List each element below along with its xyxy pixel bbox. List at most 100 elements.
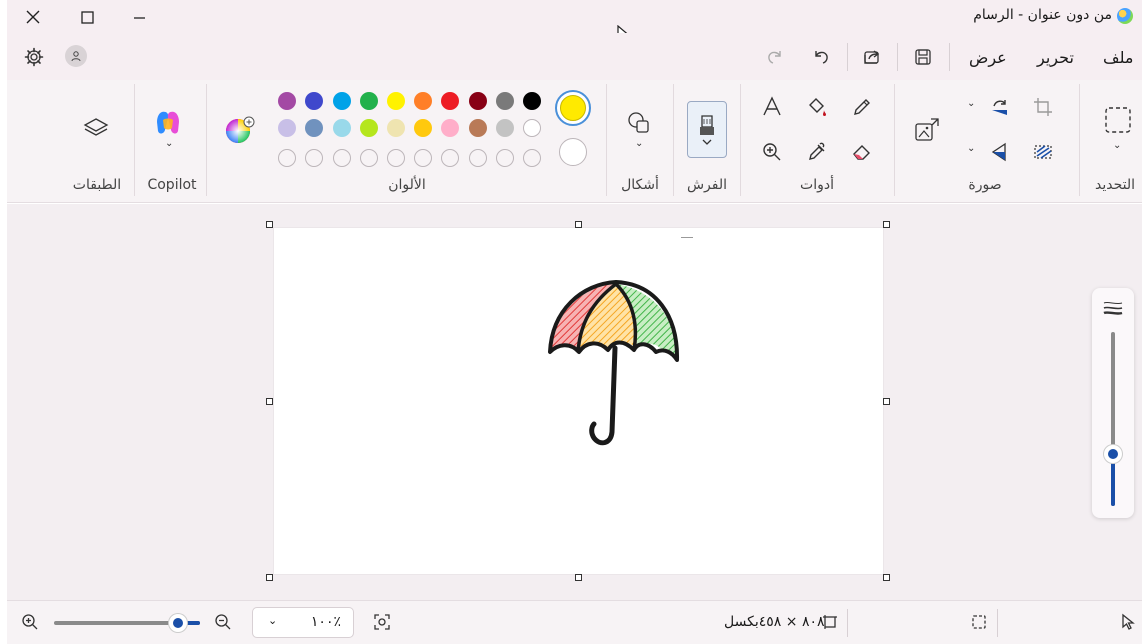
color-swatch[interactable] [441, 92, 460, 110]
menu-edit[interactable]: تحرير [1037, 48, 1074, 67]
toolbar-divider [847, 43, 848, 71]
color-swatch[interactable] [359, 92, 378, 110]
custom-color-slot[interactable] [387, 149, 405, 167]
zoom-out-button[interactable] [214, 613, 232, 631]
fit-to-window-button[interactable] [373, 613, 391, 631]
primary-color-selector[interactable] [555, 90, 591, 126]
color-swatch[interactable] [387, 119, 405, 137]
brush-size-thumb[interactable] [1104, 444, 1122, 463]
maximize-button[interactable] [71, 3, 103, 31]
custom-color-slot[interactable] [495, 149, 514, 167]
rotate-button[interactable] [982, 90, 1016, 124]
chevron-down-icon: ⌄ [268, 614, 278, 627]
custom-color-slot[interactable] [468, 149, 487, 167]
color-swatch[interactable] [278, 92, 297, 110]
custom-color-slot[interactable] [441, 149, 460, 167]
canvas-resize-handle[interactable] [883, 574, 890, 581]
resize-image-icon [915, 118, 939, 141]
canvas-resize-handle[interactable] [266, 398, 273, 405]
color-swatch[interactable] [495, 119, 514, 137]
custom-color-slot[interactable] [278, 149, 297, 167]
canvas-resize-handle[interactable] [883, 221, 890, 228]
shapes-icon [628, 112, 649, 133]
canvas-resize-handle[interactable] [266, 574, 273, 581]
color-swatch[interactable] [414, 92, 433, 110]
canvas-resize-handle[interactable] [266, 221, 273, 228]
paint-app-icon [1117, 8, 1133, 24]
gear-icon [24, 47, 44, 67]
canvas-resize-handle[interactable] [575, 221, 582, 228]
color-swatch[interactable] [332, 92, 351, 110]
flip-icon [991, 142, 1006, 162]
remove-background-button[interactable] [1026, 135, 1060, 169]
group-label-shapes: أشكال [621, 177, 659, 193]
group-divider [606, 84, 607, 196]
save-button[interactable] [907, 41, 939, 73]
save-icon [915, 49, 931, 65]
rotate-icon [992, 100, 1007, 115]
canvas-size-text: ٨٠٨ × ٤٥٨بكسل [724, 614, 825, 630]
zoom-in-button[interactable] [21, 613, 39, 631]
color-swatch[interactable] [468, 92, 487, 110]
color-swatch[interactable] [332, 119, 351, 137]
menu-bar: عرض تحرير ملف [7, 33, 1142, 80]
color-swatch[interactable] [523, 119, 541, 137]
shapes-button[interactable] [622, 106, 656, 140]
fill-tool[interactable] [800, 90, 834, 124]
custom-color-slot[interactable] [305, 149, 324, 167]
status-divider [997, 609, 998, 637]
magnifier-tool[interactable] [755, 135, 789, 169]
chevron-down-icon: ⌄ [1113, 140, 1122, 151]
color-swatch[interactable] [441, 119, 460, 137]
color-swatch[interactable] [523, 92, 541, 110]
copilot-button[interactable] [151, 106, 185, 140]
group-label-image: صورة [968, 177, 1002, 193]
selection-button[interactable] [1099, 100, 1137, 140]
chevron-down-icon[interactable]: ⌄ [967, 98, 975, 109]
chevron-down-icon[interactable]: ⌄ [967, 143, 975, 154]
canvas-resize-handle[interactable] [883, 398, 890, 405]
edit-colors-button[interactable] [223, 113, 257, 147]
color-swatch[interactable] [305, 119, 324, 137]
minimize-button[interactable] [123, 3, 155, 31]
color-swatch[interactable] [414, 119, 433, 137]
color-swatch[interactable] [468, 119, 487, 137]
primary-color-swatch [560, 95, 586, 121]
brushes-button[interactable] [687, 101, 727, 158]
zoom-level-dropdown[interactable]: ⌄ ٪١٠٠ [252, 607, 354, 638]
share-button[interactable] [856, 41, 888, 73]
window-title: من دون عنوان - الرسام [973, 7, 1112, 23]
chevron-down-icon: ⌄ [165, 138, 174, 149]
zoom-slider-thumb[interactable] [169, 614, 188, 632]
settings-button[interactable] [18, 41, 50, 73]
secondary-color-swatch[interactable] [559, 138, 587, 166]
custom-color-slot[interactable] [332, 149, 351, 167]
undo-button[interactable] [805, 41, 837, 73]
menu-file[interactable]: ملف [1103, 48, 1133, 67]
resize-image-button[interactable] [908, 110, 946, 150]
layers-button[interactable] [79, 112, 113, 146]
eraser-tool[interactable] [845, 135, 879, 169]
drawing-canvas[interactable] [274, 228, 883, 574]
color-swatch[interactable] [387, 92, 405, 110]
title-bar: من دون عنوان - الرسام [7, 0, 1142, 46]
color-swatch[interactable] [495, 92, 514, 110]
zoom-out-icon [215, 614, 231, 630]
color-picker-tool[interactable] [800, 135, 834, 169]
crop-button[interactable] [1026, 90, 1060, 124]
canvas-resize-handle[interactable] [575, 574, 582, 581]
color-swatch[interactable] [278, 119, 297, 137]
pencil-tool[interactable] [845, 90, 879, 124]
custom-color-slot[interactable] [414, 149, 433, 167]
account-avatar[interactable] [65, 45, 87, 67]
color-swatch[interactable] [359, 119, 378, 137]
custom-color-slot[interactable] [523, 149, 541, 167]
menu-view[interactable]: عرض [969, 48, 1007, 67]
text-tool[interactable] [755, 90, 789, 124]
cursor-position-icon [1121, 613, 1137, 631]
close-button[interactable] [17, 3, 49, 31]
flip-button[interactable] [982, 135, 1016, 169]
redo-button[interactable] [759, 41, 791, 73]
color-swatch[interactable] [305, 92, 324, 110]
custom-color-slot[interactable] [359, 149, 378, 167]
